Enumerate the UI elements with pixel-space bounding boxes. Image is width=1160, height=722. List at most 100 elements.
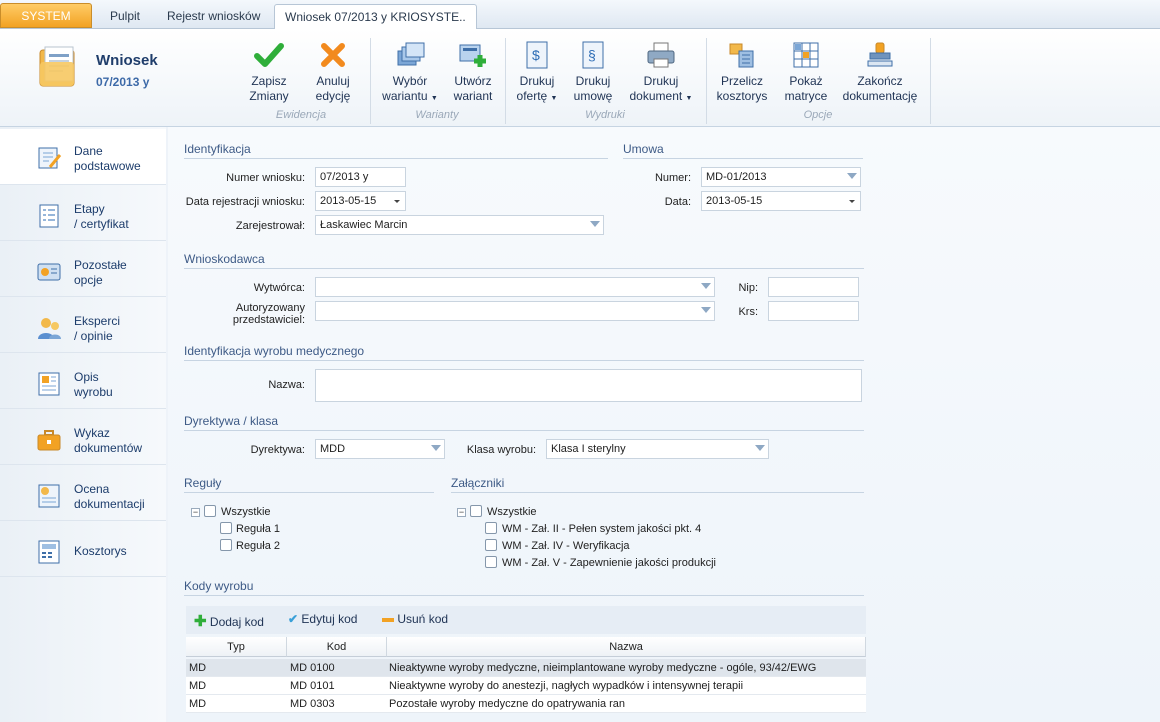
cost-estimate-icon <box>36 539 62 565</box>
print-contract-button[interactable]: § Drukuj umowę <box>567 40 619 104</box>
sidebar-item-ocena-dokumentacji[interactable]: Ocena dokumentacji <box>0 465 166 521</box>
minus-icon <box>382 617 394 622</box>
sidebar-item-wykaz-dokumentow[interactable]: Wykaz dokumentów <box>0 409 166 465</box>
autoryzowany-select[interactable] <box>315 301 715 321</box>
collapse-icon[interactable]: − <box>457 508 466 517</box>
dyrektywa-label: Dyrektywa: <box>250 444 305 456</box>
sidebar-item-label: Etapy / certyfikat <box>74 202 129 231</box>
ribbon-separator <box>505 38 506 124</box>
column-header-kod[interactable]: Kod <box>287 637 387 657</box>
print-offer-label-2: ofertę ▼ <box>516 89 558 103</box>
klasa-wyrobu-select[interactable]: Klasa I sterylny <box>546 439 769 459</box>
krs-field[interactable] <box>768 301 859 321</box>
sidebar-item-opis-wyrobu[interactable]: Opis wyrobu <box>0 353 166 409</box>
reguly-all-label: Wszystkie <box>221 506 271 518</box>
zarejestrowal-label: Zarejestrował: <box>235 220 305 232</box>
sidebar-item-eksperci[interactable]: Eksperci / opinie <box>0 297 166 353</box>
tab-rejestr-wnioskow[interactable]: Rejestr wniosków <box>157 4 270 29</box>
regula-1-label: Reguła 1 <box>236 523 281 535</box>
regula-2-checkbox[interactable] <box>220 539 232 551</box>
tab-wniosek-active[interactable]: Wniosek 07/2013 y KRIOSYSTE.. <box>274 4 477 30</box>
nazwa-field[interactable] <box>315 369 862 402</box>
print-document-label-2: dokument ▼ <box>629 89 693 103</box>
column-header-typ[interactable]: Typ <box>186 637 287 657</box>
sidebar-item-label: Opis wyrobu <box>74 370 113 399</box>
collapse-icon[interactable]: − <box>191 508 200 517</box>
sidebar-item-pozostale-opcje[interactable]: Pozostałe opcje <box>0 241 166 297</box>
sidebar-item-label: Dane podstawowe <box>74 144 141 173</box>
ribbon-group-warianty: Warianty <box>415 109 459 121</box>
wytworca-select[interactable] <box>315 277 715 297</box>
regula-1-checkbox[interactable] <box>220 522 232 534</box>
chevron-down-icon <box>847 173 857 179</box>
save-changes-button[interactable]: Zapisz Zmiany <box>240 40 298 104</box>
data-rejestracji-label: Data rejestracji wniosku: <box>185 196 305 208</box>
zalaczniki-all-checkbox[interactable] <box>470 505 482 517</box>
sidebar-item-dane-podstawowe[interactable]: Dane podstawowe <box>0 129 166 185</box>
section-wnioskodawca: Wnioskodawca <box>184 252 864 269</box>
page-subtitle: 07/2013 y <box>96 75 150 89</box>
delete-code-button[interactable]: Usuń kod <box>382 612 448 626</box>
nip-field[interactable] <box>768 277 859 297</box>
show-matrix-label-2: matryce <box>784 89 828 103</box>
numer-wniosku-field[interactable]: 07/2013 y <box>315 167 406 187</box>
print-document-label-1: Drukuj <box>643 74 679 88</box>
cell-typ: MD <box>189 698 207 710</box>
zalacznik-checkbox[interactable] <box>485 556 497 568</box>
cell-kod: MD 0100 <box>290 662 335 674</box>
table-row[interactable]: MD MD 0101 Nieaktywne wyroby do anestezj… <box>186 677 866 695</box>
experts-icon <box>36 315 62 341</box>
tab-system[interactable]: SYSTEM <box>0 3 92 28</box>
zalacznik-checkbox[interactable] <box>485 522 497 534</box>
ribbon-separator <box>930 38 931 124</box>
choose-variant-button[interactable]: Wybór wariantu ▼ <box>376 40 444 106</box>
create-variant-label-1: Utwórz <box>454 74 492 88</box>
reguly-all-checkbox[interactable] <box>204 505 216 517</box>
section-umowa: Umowa <box>623 142 863 159</box>
chevron-down-icon <box>755 445 765 451</box>
create-variant-label-2: wariant <box>453 89 493 103</box>
add-code-button[interactable]: ✚ Dodaj kod <box>194 612 264 630</box>
print-document-button[interactable]: Drukuj dokument ▼ <box>624 40 698 106</box>
edit-code-button[interactable]: ✔ Edytuj kod <box>288 612 357 626</box>
table-row[interactable]: MD MD 0100 Nieaktywne wyroby medyczne, n… <box>186 659 866 677</box>
print-contract-label-2: umowę <box>573 89 613 103</box>
umowa-numer-select[interactable]: MD-01/2013 <box>701 167 861 187</box>
umowa-data-field[interactable]: 2013-05-15 <box>701 191 861 211</box>
create-variant-button[interactable]: Utwórz wariant <box>446 40 500 104</box>
sidebar-item-kosztorys[interactable]: Kosztorys <box>0 521 166 577</box>
choose-variant-label-1: Wybór <box>392 74 428 88</box>
show-matrix-button[interactable]: Pokaż matryce <box>778 40 834 104</box>
cell-kod: MD 0303 <box>290 698 335 710</box>
section-dyrektywa-klasa: Dyrektywa / klasa <box>184 414 864 431</box>
zalacznik-checkbox[interactable] <box>485 539 497 551</box>
printer-icon <box>645 40 677 70</box>
add-variant-icon <box>457 40 489 70</box>
chevron-down-icon <box>590 221 600 227</box>
cross-icon <box>317 40 349 70</box>
description-icon <box>36 371 62 397</box>
cell-typ: MD <box>189 680 207 692</box>
cancel-label-2: edycję <box>315 89 351 103</box>
zarejestrowal-select[interactable]: Łaskawiec Marcin <box>315 215 604 235</box>
briefcase-icon <box>36 427 62 453</box>
choose-variant-label-2: wariantu ▼ <box>382 89 438 103</box>
recalculate-cost-button[interactable]: Przelicz kosztorys <box>712 40 772 104</box>
finish-documentation-button[interactable]: Zakończ dokumentację <box>840 40 920 104</box>
data-rejestracji-field[interactable]: 2013-05-15 <box>315 191 406 211</box>
sidebar-item-etapy[interactable]: Etapy / certyfikat <box>0 185 166 241</box>
tab-pulpit[interactable]: Pulpit <box>100 4 150 29</box>
zalacznik-label: WM - Zał. II - Pełen system jakości pkt.… <box>502 523 702 535</box>
print-offer-button[interactable]: $ Drukuj ofertę ▼ <box>512 40 562 106</box>
wytworca-label: Wytwórca: <box>253 282 305 294</box>
column-header-nazwa[interactable]: Nazwa <box>387 637 866 657</box>
umowa-data-label: Data: <box>664 196 691 208</box>
show-matrix-label-1: Pokaż <box>789 74 823 88</box>
svg-text:§: § <box>588 47 596 63</box>
cancel-edit-button[interactable]: Anuluj edycję <box>304 40 362 104</box>
chevron-down-icon <box>431 445 441 451</box>
table-row[interactable]: MD MD 0303 Pozostałe wyroby medyczne do … <box>186 695 866 713</box>
dyrektywa-select[interactable]: MDD <box>315 439 445 459</box>
klasa-wyrobu-label: Klasa wyrobu: <box>466 444 536 456</box>
list-document-icon <box>36 203 62 229</box>
